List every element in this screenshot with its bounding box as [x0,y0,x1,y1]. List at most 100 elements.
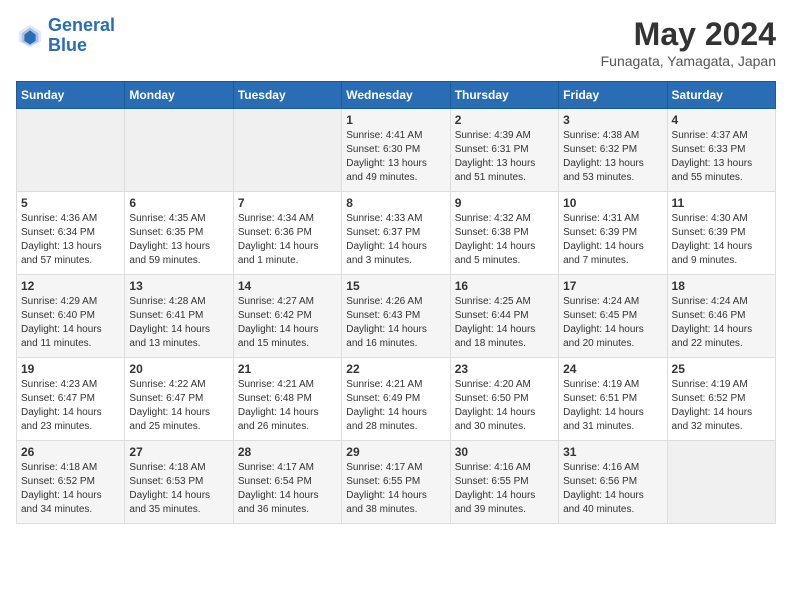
day-number: 14 [238,279,337,293]
calendar-cell: 9 Sunrise: 4:32 AMSunset: 6:38 PMDayligh… [450,192,558,275]
day-number: 2 [455,113,554,127]
location: Funagata, Yamagata, Japan [601,53,776,69]
day-number: 31 [563,445,662,459]
calendar-cell: 30 Sunrise: 4:16 AMSunset: 6:55 PMDaylig… [450,441,558,524]
calendar-cell: 21 Sunrise: 4:21 AMSunset: 6:48 PMDaylig… [233,358,341,441]
cell-text: Sunrise: 4:36 AMSunset: 6:34 PMDaylight:… [21,212,120,268]
cell-text: Sunrise: 4:18 AMSunset: 6:53 PMDaylight:… [129,461,228,517]
day-number: 11 [672,196,771,210]
cell-text: Sunrise: 4:22 AMSunset: 6:47 PMDaylight:… [129,378,228,434]
cell-text: Sunrise: 4:37 AMSunset: 6:33 PMDaylight:… [672,129,771,185]
weekday-header: Sunday [17,82,125,109]
calendar-cell: 15 Sunrise: 4:26 AMSunset: 6:43 PMDaylig… [342,275,450,358]
day-number: 30 [455,445,554,459]
calendar-header: SundayMondayTuesdayWednesdayThursdayFrid… [17,82,776,109]
cell-text: Sunrise: 4:34 AMSunset: 6:36 PMDaylight:… [238,212,337,268]
calendar-cell: 19 Sunrise: 4:23 AMSunset: 6:47 PMDaylig… [17,358,125,441]
day-number: 4 [672,113,771,127]
calendar-cell: 4 Sunrise: 4:37 AMSunset: 6:33 PMDayligh… [667,109,775,192]
cell-text: Sunrise: 4:21 AMSunset: 6:48 PMDaylight:… [238,378,337,434]
calendar-week-row: 26 Sunrise: 4:18 AMSunset: 6:52 PMDaylig… [17,441,776,524]
cell-text: Sunrise: 4:29 AMSunset: 6:40 PMDaylight:… [21,295,120,351]
month-title: May 2024 [601,16,776,53]
weekday-header: Monday [125,82,233,109]
cell-text: Sunrise: 4:23 AMSunset: 6:47 PMDaylight:… [21,378,120,434]
cell-text: Sunrise: 4:16 AMSunset: 6:56 PMDaylight:… [563,461,662,517]
calendar-cell: 13 Sunrise: 4:28 AMSunset: 6:41 PMDaylig… [125,275,233,358]
calendar-cell: 26 Sunrise: 4:18 AMSunset: 6:52 PMDaylig… [17,441,125,524]
logo: General Blue [16,16,115,56]
cell-text: Sunrise: 4:18 AMSunset: 6:52 PMDaylight:… [21,461,120,517]
calendar-cell: 18 Sunrise: 4:24 AMSunset: 6:46 PMDaylig… [667,275,775,358]
calendar-cell [17,109,125,192]
calendar-cell: 1 Sunrise: 4:41 AMSunset: 6:30 PMDayligh… [342,109,450,192]
weekday-header: Wednesday [342,82,450,109]
day-number: 17 [563,279,662,293]
day-number: 10 [563,196,662,210]
weekday-header: Thursday [450,82,558,109]
day-number: 18 [672,279,771,293]
calendar-cell: 12 Sunrise: 4:29 AMSunset: 6:40 PMDaylig… [17,275,125,358]
day-number: 12 [21,279,120,293]
calendar-cell [125,109,233,192]
calendar-body: 1 Sunrise: 4:41 AMSunset: 6:30 PMDayligh… [17,109,776,524]
cell-text: Sunrise: 4:30 AMSunset: 6:39 PMDaylight:… [672,212,771,268]
calendar-cell: 11 Sunrise: 4:30 AMSunset: 6:39 PMDaylig… [667,192,775,275]
calendar-cell: 23 Sunrise: 4:20 AMSunset: 6:50 PMDaylig… [450,358,558,441]
day-number: 27 [129,445,228,459]
cell-text: Sunrise: 4:28 AMSunset: 6:41 PMDaylight:… [129,295,228,351]
day-number: 3 [563,113,662,127]
calendar-cell: 14 Sunrise: 4:27 AMSunset: 6:42 PMDaylig… [233,275,341,358]
calendar-week-row: 5 Sunrise: 4:36 AMSunset: 6:34 PMDayligh… [17,192,776,275]
day-number: 7 [238,196,337,210]
calendar-cell [233,109,341,192]
calendar-cell: 24 Sunrise: 4:19 AMSunset: 6:51 PMDaylig… [559,358,667,441]
cell-text: Sunrise: 4:17 AMSunset: 6:54 PMDaylight:… [238,461,337,517]
weekday-header: Friday [559,82,667,109]
cell-text: Sunrise: 4:16 AMSunset: 6:55 PMDaylight:… [455,461,554,517]
cell-text: Sunrise: 4:38 AMSunset: 6:32 PMDaylight:… [563,129,662,185]
day-number: 5 [21,196,120,210]
calendar-cell: 2 Sunrise: 4:39 AMSunset: 6:31 PMDayligh… [450,109,558,192]
day-number: 20 [129,362,228,376]
cell-text: Sunrise: 4:33 AMSunset: 6:37 PMDaylight:… [346,212,445,268]
cell-text: Sunrise: 4:21 AMSunset: 6:49 PMDaylight:… [346,378,445,434]
calendar-table: SundayMondayTuesdayWednesdayThursdayFrid… [16,81,776,524]
day-number: 1 [346,113,445,127]
cell-text: Sunrise: 4:27 AMSunset: 6:42 PMDaylight:… [238,295,337,351]
calendar-cell: 31 Sunrise: 4:16 AMSunset: 6:56 PMDaylig… [559,441,667,524]
cell-text: Sunrise: 4:19 AMSunset: 6:51 PMDaylight:… [563,378,662,434]
day-number: 28 [238,445,337,459]
cell-text: Sunrise: 4:19 AMSunset: 6:52 PMDaylight:… [672,378,771,434]
calendar-cell: 16 Sunrise: 4:25 AMSunset: 6:44 PMDaylig… [450,275,558,358]
day-number: 24 [563,362,662,376]
calendar-cell: 10 Sunrise: 4:31 AMSunset: 6:39 PMDaylig… [559,192,667,275]
calendar-cell: 29 Sunrise: 4:17 AMSunset: 6:55 PMDaylig… [342,441,450,524]
cell-text: Sunrise: 4:17 AMSunset: 6:55 PMDaylight:… [346,461,445,517]
day-number: 22 [346,362,445,376]
calendar-cell [667,441,775,524]
day-number: 21 [238,362,337,376]
weekday-header: Saturday [667,82,775,109]
cell-text: Sunrise: 4:31 AMSunset: 6:39 PMDaylight:… [563,212,662,268]
cell-text: Sunrise: 4:20 AMSunset: 6:50 PMDaylight:… [455,378,554,434]
cell-text: Sunrise: 4:35 AMSunset: 6:35 PMDaylight:… [129,212,228,268]
calendar-cell: 27 Sunrise: 4:18 AMSunset: 6:53 PMDaylig… [125,441,233,524]
day-number: 25 [672,362,771,376]
logo-icon [16,22,44,50]
day-number: 26 [21,445,120,459]
calendar-cell: 5 Sunrise: 4:36 AMSunset: 6:34 PMDayligh… [17,192,125,275]
calendar-week-row: 12 Sunrise: 4:29 AMSunset: 6:40 PMDaylig… [17,275,776,358]
day-number: 29 [346,445,445,459]
cell-text: Sunrise: 4:32 AMSunset: 6:38 PMDaylight:… [455,212,554,268]
calendar-cell: 22 Sunrise: 4:21 AMSunset: 6:49 PMDaylig… [342,358,450,441]
calendar-cell: 25 Sunrise: 4:19 AMSunset: 6:52 PMDaylig… [667,358,775,441]
cell-text: Sunrise: 4:41 AMSunset: 6:30 PMDaylight:… [346,129,445,185]
day-number: 13 [129,279,228,293]
calendar-cell: 20 Sunrise: 4:22 AMSunset: 6:47 PMDaylig… [125,358,233,441]
weekday-header: Tuesday [233,82,341,109]
cell-text: Sunrise: 4:26 AMSunset: 6:43 PMDaylight:… [346,295,445,351]
day-number: 15 [346,279,445,293]
calendar-cell: 17 Sunrise: 4:24 AMSunset: 6:45 PMDaylig… [559,275,667,358]
cell-text: Sunrise: 4:39 AMSunset: 6:31 PMDaylight:… [455,129,554,185]
